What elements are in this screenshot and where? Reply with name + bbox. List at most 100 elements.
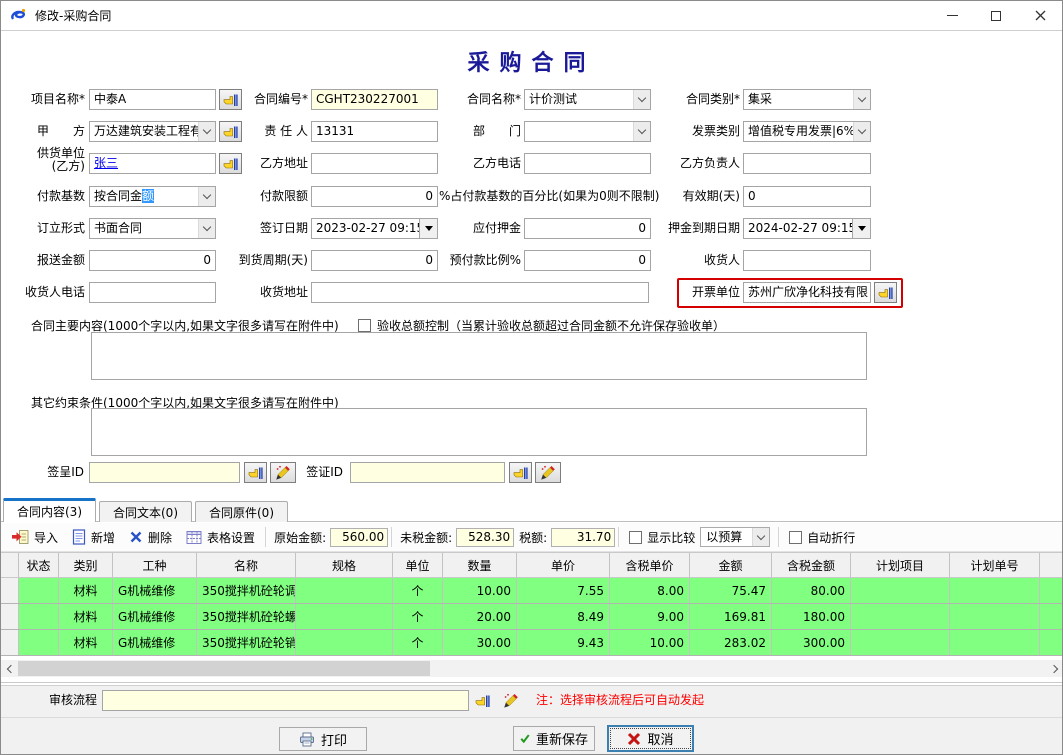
table-cell[interactable]: 75.47 [690,578,772,603]
column-header[interactable]: 数量 [443,553,517,577]
table-cell[interactable]: 350搅拌机砼轮调 [197,578,296,603]
chevron-down-icon[interactable] [198,122,215,141]
table-cell[interactable]: 材料 [59,578,113,603]
main-content-textarea[interactable] [91,332,867,380]
visa-id-field[interactable] [350,462,505,483]
scroll-left-arrow[interactable] [1,660,18,677]
row-indicator[interactable] [1,578,19,603]
tab-contract-text[interactable]: 合同文本(0) [99,501,192,522]
column-header[interactable]: 计划单号 [950,553,1040,577]
column-header[interactable]: 含税金额 [772,553,851,577]
contract-category-combo[interactable]: 集采 [743,89,871,110]
compare-mode-combo[interactable]: 以预算 [700,527,770,547]
table-cell[interactable]: G机械维修 [113,604,197,629]
column-header[interactable]: 单价 [517,553,610,577]
column-header[interactable]: 含税单价 [610,553,690,577]
report-amount-field[interactable]: 0 [89,250,216,271]
column-header[interactable]: 状态 [19,553,59,577]
valid-days-field[interactable]: 0 [743,186,871,207]
supplier-field[interactable]: 张三 [89,153,216,174]
table-cell[interactable]: 9.43 [517,630,610,655]
grid-settings-button[interactable]: 表格设置 [179,526,262,549]
sign-report-id-picker-button[interactable] [244,462,267,483]
table-cell[interactable]: 个 [393,578,443,603]
delete-button[interactable]: 删除 [122,526,179,549]
party-a-combo[interactable]: 万达建筑安装工程有 [89,121,216,142]
scroll-right-arrow[interactable] [1047,660,1063,677]
show-compare-checkbox[interactable] [629,531,642,544]
table-cell[interactable] [296,630,393,655]
tab-contract-content[interactable]: 合同内容(3) [3,498,96,522]
table-cell[interactable] [851,630,950,655]
table-cell[interactable]: 8.00 [610,578,690,603]
dropdown-arrow-icon[interactable] [852,219,870,238]
column-header[interactable]: 类别 [59,553,113,577]
receiver-phone-field[interactable] [89,282,216,303]
table-cell[interactable]: 8.49 [517,604,610,629]
table-cell[interactable] [19,604,59,629]
visa-id-sign-button[interactable] [535,462,561,483]
table-cell[interactable]: 180.00 [772,604,851,629]
chevron-down-icon[interactable] [853,90,870,109]
table-cell[interactable]: 350搅拌机砼轮销 [197,630,296,655]
payment-limit-field[interactable]: 0 [311,186,438,207]
cancel-button[interactable]: 取消 [607,725,694,752]
table-cell[interactable]: 283.02 [690,630,772,655]
acceptance-control-checkbox[interactable] [358,319,371,332]
table-cell[interactable]: 80.00 [772,578,851,603]
table-cell[interactable]: 个 [393,604,443,629]
maximize-button[interactable] [974,1,1018,31]
sign-report-id-sign-button[interactable] [270,462,296,483]
review-flow-picker-button[interactable] [473,691,493,711]
row-indicator[interactable] [1,630,19,655]
party-b-manager-field[interactable] [743,153,871,174]
sign-report-id-field[interactable] [89,462,240,483]
payment-base-combo[interactable]: 按合同金额 [89,186,216,207]
table-row[interactable]: 材料G机械维修350搅拌机砼轮螺个20.008.499.00169.81180.… [1,604,1063,630]
table-cell[interactable]: G机械维修 [113,630,197,655]
column-header[interactable]: 金额 [690,553,772,577]
chevron-down-icon[interactable] [198,187,215,206]
invoice-category-combo[interactable]: 增值税专用发票|6% [743,121,871,142]
review-flow-sign-button[interactable] [501,691,521,711]
sign-date-picker[interactable]: 2023-02-27 09:15: [311,218,438,239]
party-b-address-field[interactable] [311,153,438,174]
visa-id-picker-button[interactable] [509,462,532,483]
contract-no-field[interactable]: CGHT230227001 [311,89,438,110]
review-flow-field[interactable] [102,690,469,711]
column-header[interactable]: 名称 [197,553,296,577]
invoice-unit-field[interactable]: 苏州广欣净化科技有限 [743,282,871,303]
other-terms-textarea[interactable] [91,408,867,456]
table-cell[interactable] [851,604,950,629]
table-cell[interactable]: 个 [393,630,443,655]
table-row[interactable]: 材料G机械维修350搅拌机砼轮调个10.007.558.0075.4780.00 [1,578,1063,604]
invoice-unit-picker-button[interactable] [874,282,897,303]
table-cell[interactable] [19,630,59,655]
table-cell[interactable]: 169.81 [690,604,772,629]
import-button[interactable]: 导入 [5,526,65,549]
column-header[interactable]: 单位 [393,553,443,577]
table-cell[interactable] [950,578,1040,603]
project-name-field[interactable]: 中泰A [89,89,216,110]
table-cell[interactable]: 10.00 [443,578,517,603]
table-row[interactable]: 材料G机械维修350搅拌机砼轮销个30.009.4310.00283.02300… [1,630,1063,656]
table-cell[interactable]: 7.55 [517,578,610,603]
delivery-cycle-field[interactable]: 0 [311,250,438,271]
chevron-down-icon[interactable] [198,219,215,238]
table-cell[interactable]: 300.00 [772,630,851,655]
chevron-down-icon[interactable] [752,528,769,546]
column-header[interactable]: 计划项目 [851,553,950,577]
column-header[interactable]: 工种 [113,553,197,577]
table-cell[interactable] [296,604,393,629]
auto-wrap-checkbox[interactable] [789,531,802,544]
minimize-button[interactable] [930,1,974,31]
responsible-person-field[interactable]: 13131 [311,121,438,142]
table-cell[interactable]: 9.00 [610,604,690,629]
add-button[interactable]: 新增 [65,526,122,549]
table-cell[interactable]: 材料 [59,604,113,629]
table-cell[interactable] [19,578,59,603]
row-indicator[interactable] [1,604,19,629]
tab-contract-original[interactable]: 合同原件(0) [195,501,288,522]
table-cell[interactable] [296,578,393,603]
table-cell[interactable] [950,604,1040,629]
